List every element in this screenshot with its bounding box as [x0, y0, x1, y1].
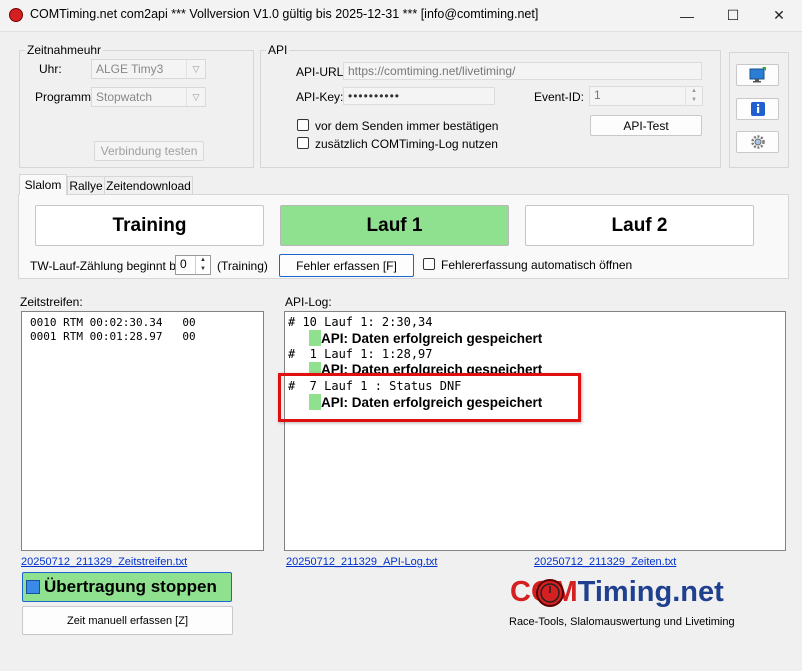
monitor-icon [749, 67, 766, 83]
uhr-label: Uhr: [39, 62, 62, 76]
tab-zeitendownload[interactable]: Zeitendownload [105, 176, 193, 195]
event-id-field[interactable]: 1 ▲ ▼ [589, 86, 703, 106]
verbindung-testen-button[interactable]: Verbindung testen [94, 141, 204, 161]
uhr-select[interactable]: ALGE Timy3 ▽ [91, 59, 206, 79]
log-status-text: API: Daten erfolgreich gespeichert [321, 330, 543, 346]
list-item: 0001 RTM 00:01:28.97 00 [30, 330, 196, 343]
tw-lauf-stepper[interactable]: 0 ▲ ▼ [175, 255, 211, 275]
settings-button[interactable] [736, 131, 779, 153]
api-log-label: API-Log: [285, 295, 332, 309]
event-id-value: 1 [594, 88, 601, 102]
logo-tagline: Race-Tools, Slalomauswertung und Livetim… [509, 616, 735, 628]
training-button[interactable]: Training [35, 205, 264, 246]
log-line: # 10 Lauf 1: 2:30,34 [288, 315, 433, 329]
api-key-label: API-Key: [296, 90, 344, 104]
fehler-erfassen-button[interactable]: Fehler erfassen [F] [279, 254, 414, 277]
programm-value: Stopwatch [96, 90, 153, 104]
comtiming-log-checkbox[interactable] [297, 137, 309, 149]
window-title: COMTiming.net com2api *** Vollversion V1… [30, 7, 539, 21]
fehler-auto-label: Fehlererfassung automatisch öffnen [441, 258, 633, 272]
chevron-down-icon: ▽ [186, 60, 205, 78]
spinner-arrows-icon[interactable]: ▲ ▼ [685, 87, 702, 105]
gear-icon [750, 135, 765, 149]
info-button[interactable] [736, 98, 779, 120]
api-legend: API [268, 43, 288, 57]
close-button[interactable]: ✕ [756, 0, 802, 31]
tw-lauf-suffix: (Training) [217, 259, 268, 273]
api-key-field[interactable]: •••••••••• [343, 87, 495, 105]
highlight-box [278, 373, 581, 422]
api-log-panel[interactable]: # 10 Lauf 1: 2:30,34 API: Daten erfolgre… [284, 311, 786, 551]
programm-label: Programm: [35, 90, 95, 104]
zeitstreifen-label: Zeitstreifen: [20, 295, 83, 309]
stopwatch-icon [536, 579, 564, 607]
spinner-arrows-icon[interactable]: ▲ ▼ [195, 256, 210, 274]
stop-icon [26, 580, 40, 594]
api-url-field[interactable]: https://comtiming.net/livetiming/ [343, 62, 702, 80]
fehler-auto-checkbox[interactable] [423, 258, 435, 270]
event-id-label: Event-ID: [534, 90, 585, 104]
zeitnahme-legend: Zeitnahmeuhr [27, 43, 102, 57]
stop-button-label: Übertragung stoppen [44, 577, 217, 596]
uebertragung-stoppen-button[interactable]: Übertragung stoppen [22, 572, 232, 602]
zeiten-file-link[interactable]: 20250712_211329_Zeiten.txt [534, 556, 676, 568]
info-icon [750, 102, 765, 116]
logo-timing: Timing.net [577, 576, 724, 608]
status-ok-icon [309, 330, 321, 346]
app-icon [9, 8, 23, 22]
api-log-file-link[interactable]: 20250712_211329_API-Log.txt [286, 556, 437, 568]
tw-lauf-value: 0 [180, 257, 187, 271]
log-status: API: Daten erfolgreich gespeichert [309, 330, 542, 346]
log-line: # 1 Lauf 1: 1:28,97 [288, 347, 433, 361]
monitor-button[interactable] [736, 64, 779, 86]
comtiming-log-label: zusätzlich COMTiming-Log nutzen [315, 137, 498, 151]
title-bar: COMTiming.net com2api *** Vollversion V1… [0, 0, 802, 32]
tab-slalom[interactable]: Slalom [19, 174, 67, 195]
lauf2-button[interactable]: Lauf 2 [525, 205, 754, 246]
zeit-manuell-button[interactable]: Zeit manuell erfassen [Z] [22, 606, 233, 635]
confirm-label: vor dem Senden immer bestätigen [315, 119, 499, 133]
confirm-checkbox[interactable] [297, 119, 309, 131]
api-url-label: API-URL: [296, 65, 347, 79]
programm-select[interactable]: Stopwatch ▽ [91, 87, 206, 107]
list-item: 0010 RTM 00:02:30.34 00 [30, 316, 196, 329]
maximize-button[interactable]: ☐ [710, 0, 756, 31]
lauf1-button[interactable]: Lauf 1 [280, 205, 509, 246]
zeitstreifen-file-link[interactable]: 20250712_211329_Zeitstreifen.txt [21, 556, 187, 568]
api-test-button[interactable]: API-Test [590, 115, 702, 136]
uhr-value: ALGE Timy3 [96, 62, 164, 76]
minimize-button[interactable]: — [664, 0, 710, 31]
tab-rallye[interactable]: Rallye [67, 176, 105, 195]
tw-lauf-label: TW-Lauf-Zählung beginnt bei: [30, 259, 189, 273]
chevron-down-icon: ▽ [186, 88, 205, 106]
zeitstreifen-list[interactable]: 0010 RTM 00:02:30.34 00 0001 RTM 00:01:2… [21, 311, 264, 551]
